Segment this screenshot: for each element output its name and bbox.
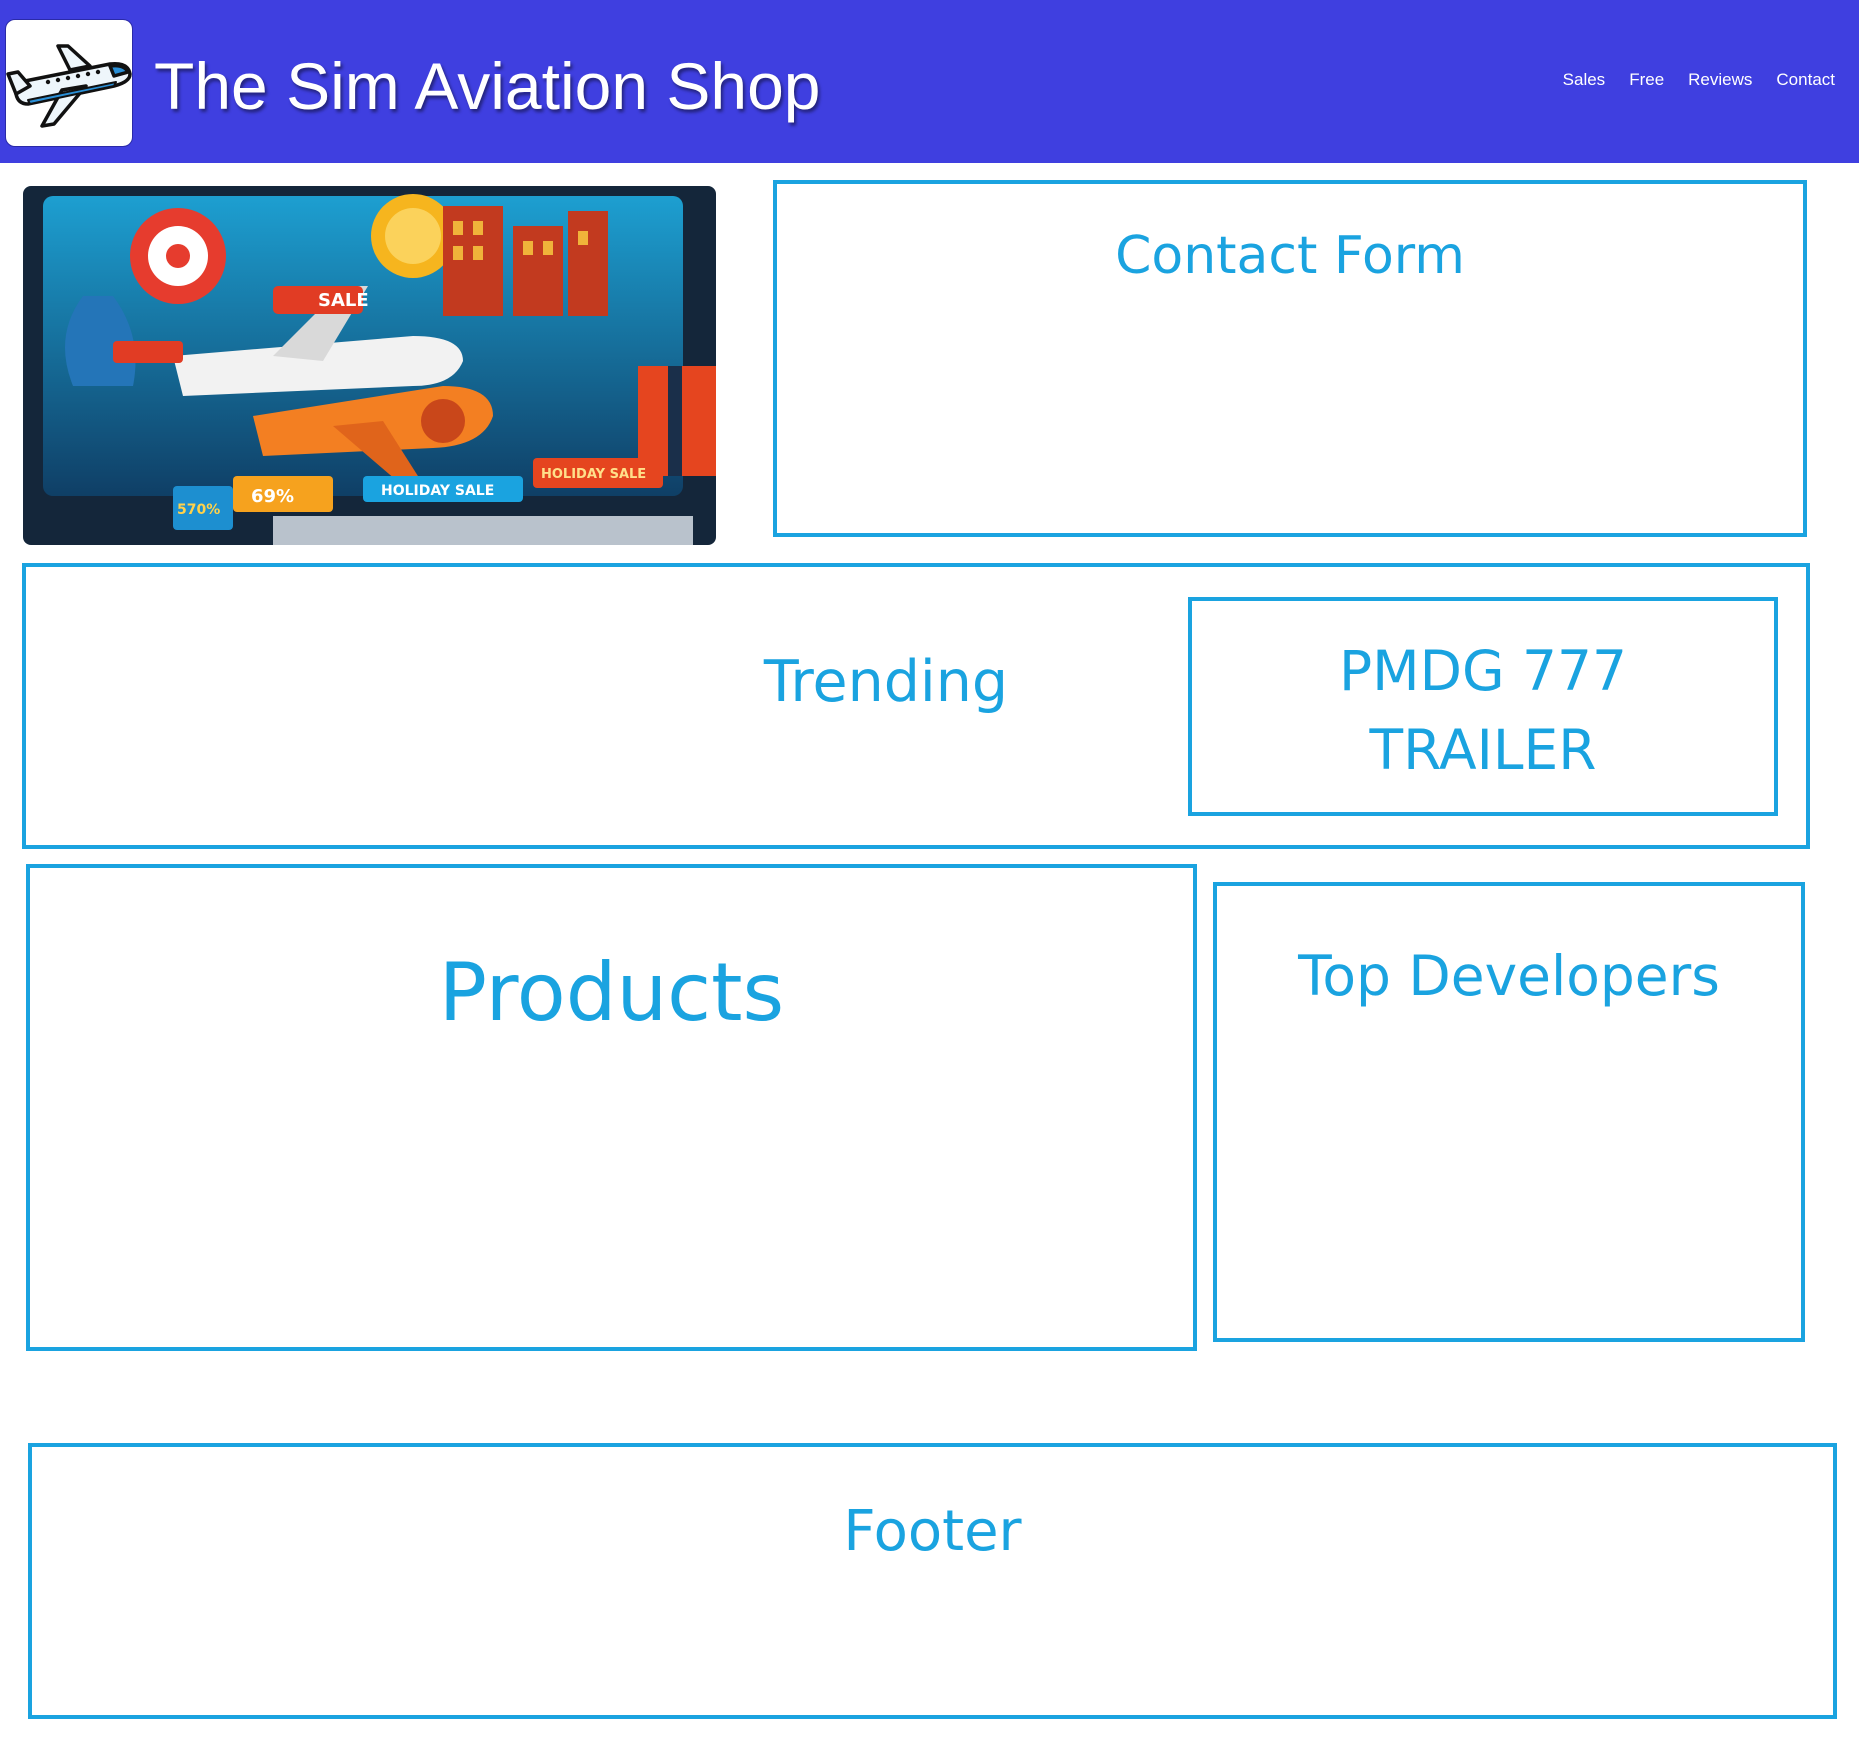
trailer-title-line2: TRAILER xyxy=(1369,718,1597,782)
airplane-icon xyxy=(6,44,132,128)
nav-link-reviews[interactable]: Reviews xyxy=(1688,70,1752,90)
hero-text-570: 570% xyxy=(177,502,220,518)
nav-link-free[interactable]: Free xyxy=(1629,70,1664,90)
hero-banner: SALE HOLIDAY SALE HOLIDAY SALE 69% 570% xyxy=(23,186,716,545)
pmdg-777-trailer-box[interactable]: PMDG 777 TRAILER xyxy=(1188,597,1778,816)
footer-section: Footer xyxy=(28,1443,1837,1719)
products-section: Products xyxy=(26,864,1197,1351)
nav-link-sales[interactable]: Sales xyxy=(1563,70,1606,90)
hero-text-holiday-sale-2: HOLIDAY SALE xyxy=(541,467,646,482)
products-heading: Products xyxy=(438,946,785,1039)
nav-link-contact[interactable]: Contact xyxy=(1776,70,1835,90)
main-nav: Sales Free Reviews Contact xyxy=(1563,70,1835,90)
site-title: The Sim Aviation Shop xyxy=(154,49,821,123)
contact-form-section[interactable]: Contact Form xyxy=(773,180,1807,537)
top-developers-section: Top Developers xyxy=(1213,882,1805,1342)
logo[interactable] xyxy=(5,19,133,147)
footer-heading: Footer xyxy=(843,1499,1022,1564)
top-developers-heading: Top Developers xyxy=(1298,944,1720,1008)
contact-form-heading: Contact Form xyxy=(1115,226,1465,286)
site-header: The Sim Aviation Shop Sales Free Reviews… xyxy=(0,0,1859,163)
hero-text-sale: SALE xyxy=(318,290,369,311)
trailer-title-line1: PMDG 777 xyxy=(1338,639,1628,703)
hero-text-69: 69% xyxy=(251,486,294,507)
hero-text-holiday-sale: HOLIDAY SALE xyxy=(381,483,494,499)
